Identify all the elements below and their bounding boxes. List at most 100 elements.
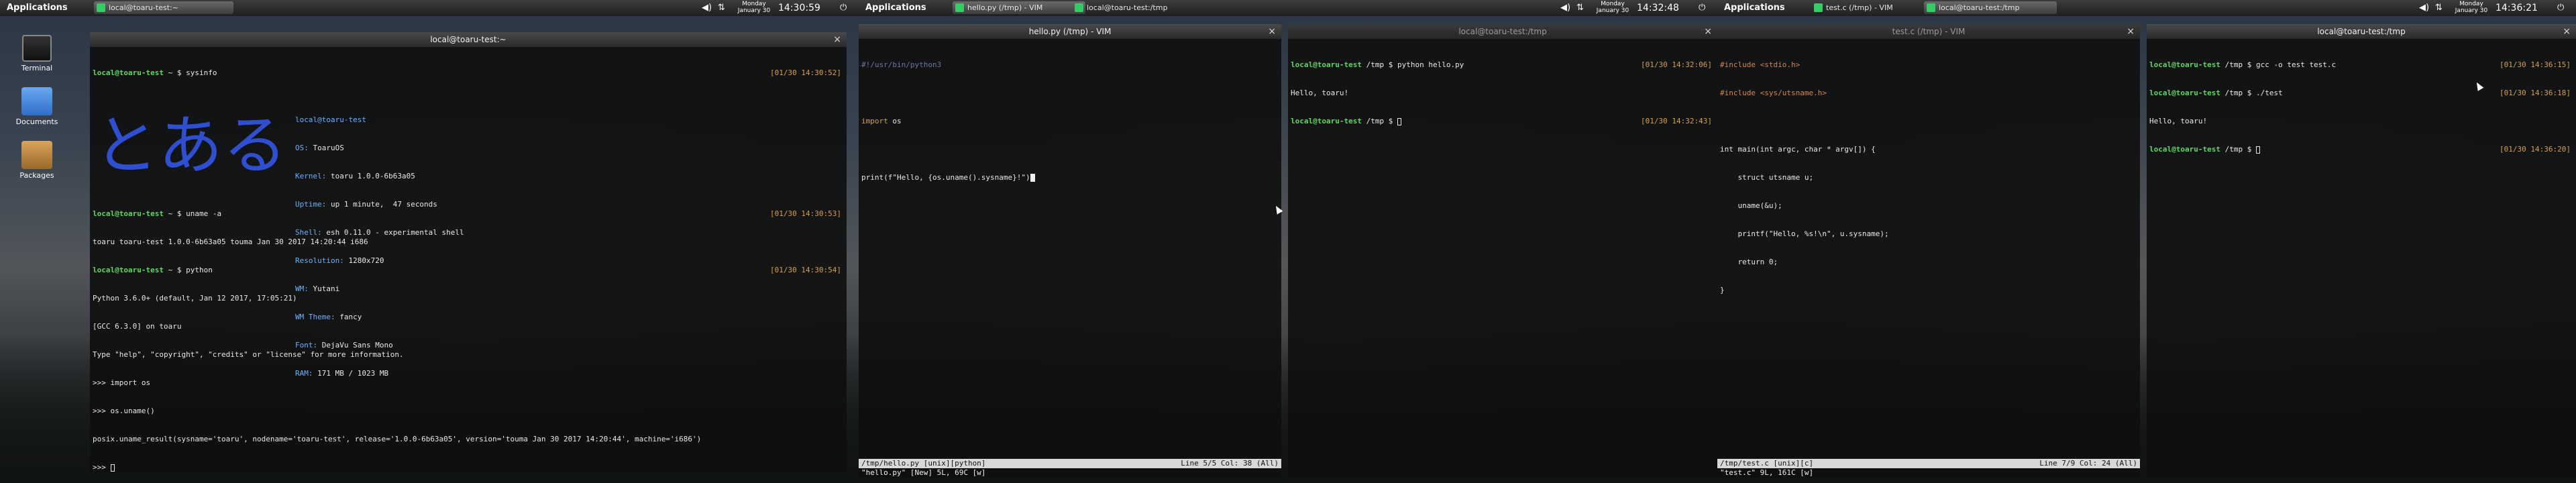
taskbar-item[interactable]: hello.py (/tmp) - VIM: [953, 1, 1085, 14]
vim-icon: [1814, 3, 1823, 12]
prompt-line: local@toaru-test /tmp $ python hello.py[…: [1291, 60, 1712, 69]
output-line: Hello, toaru!: [2149, 117, 2208, 125]
code-line: #include <sys/utsname.h>: [1720, 89, 1827, 97]
network-icon[interactable]: ⇅: [2435, 3, 2443, 13]
prompt-line: local@toaru-test /tmp $ ./test [01/30 14:…: [2149, 89, 2571, 97]
applications-menu[interactable]: Applications: [7, 3, 68, 13]
terminal-icon: [1927, 3, 1935, 12]
output-line: >>> os.uname(): [93, 407, 155, 415]
terminal-output[interactable]: local@toaru-test /tmp $ python hello.py[…: [1288, 39, 1717, 478]
close-icon[interactable]: ×: [833, 32, 841, 47]
folder-icon: [21, 87, 52, 115]
close-icon[interactable]: ×: [2563, 24, 2571, 39]
text-cursor: [2255, 146, 2260, 154]
power-icon[interactable]: ⏻: [1699, 3, 1705, 13]
vim-window[interactable]: hello.py (/tmp) - VIM × #!/usr/bin/python…: [859, 24, 1281, 478]
screen-3: Applications test.c (/tmp) - VIM local@t…: [1717, 0, 2576, 483]
output-line: Type "help", "copyright", "credits" or "…: [93, 350, 404, 359]
output-line: posix.uname_result(sysname='toaru', node…: [93, 435, 702, 443]
window-titlebar[interactable]: hello.py (/tmp) - VIM ×: [859, 24, 1281, 39]
volume-icon[interactable]: ◀): [1560, 3, 1570, 13]
taskbar-item[interactable]: local@toaru-test:~: [94, 1, 233, 14]
window-titlebar[interactable]: local@toaru-test:/tmp ×: [1288, 24, 1717, 39]
code-line: return 0;: [1720, 258, 1778, 266]
package-icon: [21, 141, 52, 169]
network-icon[interactable]: ⇅: [718, 3, 725, 13]
terminal-window[interactable]: local@toaru-test:/tmp × local@toaru-test …: [2147, 24, 2576, 478]
terminal-output[interactable]: local@toaru-test ~ $ sysinfo [01/30 14:30…: [90, 47, 847, 472]
vim-statusline: /tmp/hello.py [unix][python] Line 5/5 Col…: [859, 459, 1281, 468]
code-line: uname(&u);: [1720, 201, 1782, 210]
taskbar-item[interactable]: test.c (/tmp) - VIM: [1811, 1, 1937, 14]
output-line: toaru toaru-test 1.0.0-6b63a05 touma Jan…: [93, 237, 368, 246]
sysinfo-block: とある local@toaru-test OS: ToaruOS Kernel:…: [93, 97, 844, 378]
window-titlebar[interactable]: test.c (/tmp) - VIM ×: [1717, 24, 2140, 39]
terminal-icon: [1075, 3, 1083, 12]
close-icon[interactable]: ×: [1268, 24, 1276, 39]
screen-1: Applications local@toaru-test:~ ◀) ⇅ Mon…: [0, 0, 859, 483]
prompt-line: local@toaru-test /tmp $ gcc -o test test…: [2149, 60, 2571, 69]
terminal-window[interactable]: local@toaru-test:~ × local@toaru-test ~ $…: [90, 32, 847, 472]
window-titlebar[interactable]: local@toaru-test:~ ×: [90, 32, 847, 47]
prompt-line: local@toaru-test /tmp $ [01/30 14:36:20]: [2149, 145, 2571, 154]
applications-menu[interactable]: Applications: [865, 3, 926, 13]
prompt-line: local@toaru-test ~ $ sysinfo [01/30 14:30…: [93, 68, 841, 77]
svg-text:とある: とある: [94, 108, 287, 181]
close-icon[interactable]: ×: [2127, 24, 2135, 39]
terminal-icon: [22, 35, 52, 62]
prompt-line: local@toaru-test /tmp $ [01/30 14:32:43]: [1291, 117, 1712, 125]
code-line: #!/usr/bin/python3: [861, 60, 942, 69]
applications-menu[interactable]: Applications: [1724, 3, 1785, 13]
terminal-window[interactable]: local@toaru-test:/tmp × local@toaru-test …: [1288, 24, 1717, 478]
output-line: Python 3.6.0+ (default, Jan 12 2017, 17:…: [93, 294, 297, 303]
screen-2: Applications hello.py (/tmp) - VIM local…: [859, 0, 1717, 483]
output-line: [GCC 6.3.0] on toaru: [93, 322, 182, 331]
output-line: >>> import os: [93, 378, 151, 387]
taskbar-item[interactable]: local@toaru-test:/tmp: [1924, 1, 2057, 14]
repl-prompt[interactable]: >>>: [93, 463, 844, 472]
date-display: Monday January 30: [2455, 1, 2488, 14]
top-panel: Applications local@toaru-test:~ ◀) ⇅ Mon…: [0, 0, 859, 16]
date-display: Monday January 30: [1596, 1, 1629, 14]
vim-buffer[interactable]: #include <stdio.h> #include <sys/utsname…: [1717, 39, 2140, 458]
clock: 14:32:48: [1637, 3, 1679, 13]
text-cursor: [1397, 117, 1401, 125]
top-panel: Applications test.c (/tmp) - VIM local@t…: [1717, 0, 2576, 16]
desktop-icon-packages[interactable]: Packages: [15, 141, 59, 180]
prompt-line: local@toaru-test ~ $ uname -a [01/30 14:3…: [93, 209, 841, 218]
text-cursor: [110, 464, 115, 472]
code-line: printf("Hello, %s!\n", u.sysname);: [1720, 229, 1889, 238]
terminal-output[interactable]: local@toaru-test /tmp $ gcc -o test test…: [2147, 39, 2576, 478]
vim-buffer[interactable]: #!/usr/bin/python3 import os print(f"Hel…: [859, 39, 1281, 458]
taskbar-item[interactable]: local@toaru-test:/tmp: [1072, 1, 1205, 14]
close-icon[interactable]: ×: [1704, 24, 1712, 39]
vim-window[interactable]: test.c (/tmp) - VIM × #include <stdio.h> …: [1717, 24, 2140, 478]
desktop-icon-documents[interactable]: Documents: [15, 87, 59, 126]
text-cursor: [1030, 174, 1035, 182]
code-line: }: [1720, 286, 1725, 294]
power-icon[interactable]: ⏻: [840, 3, 847, 13]
code-line: struct utsname u;: [1720, 173, 1814, 182]
network-icon[interactable]: ⇅: [1576, 3, 1584, 13]
vim-statusline: /tmp/test.c [unix][c] Line 7/9 Col: 24 (A…: [1717, 459, 2140, 468]
code-line: print(f"Hello, {os.uname().sysname}!"): [861, 173, 1279, 182]
vim-cmdline: "test.c" 9L, 161C [w]: [1720, 468, 1814, 477]
volume-icon[interactable]: ◀): [702, 3, 712, 13]
volume-icon[interactable]: ◀): [2419, 3, 2429, 13]
clock: 14:30:59: [778, 3, 820, 13]
output-line: Hello, toaru!: [1291, 89, 1349, 97]
code-line: import os: [861, 117, 902, 125]
window-titlebar[interactable]: local@toaru-test:/tmp ×: [2147, 24, 2576, 39]
vim-icon: [955, 3, 964, 12]
desktop-icon-terminal[interactable]: Terminal: [15, 35, 59, 72]
code-line: int main(int argc, char * argv[]) {: [1720, 145, 1876, 154]
top-panel: Applications hello.py (/tmp) - VIM local…: [859, 0, 1717, 16]
terminal-icon: [97, 3, 105, 12]
power-icon[interactable]: ⏻: [2557, 3, 2564, 13]
vim-cmdline: "hello.py" [New] 5L, 69C [w]: [861, 468, 986, 477]
toaru-logo: とある: [94, 108, 287, 181]
prompt-line: local@toaru-test ~ $ python [01/30 14:30:…: [93, 266, 841, 274]
